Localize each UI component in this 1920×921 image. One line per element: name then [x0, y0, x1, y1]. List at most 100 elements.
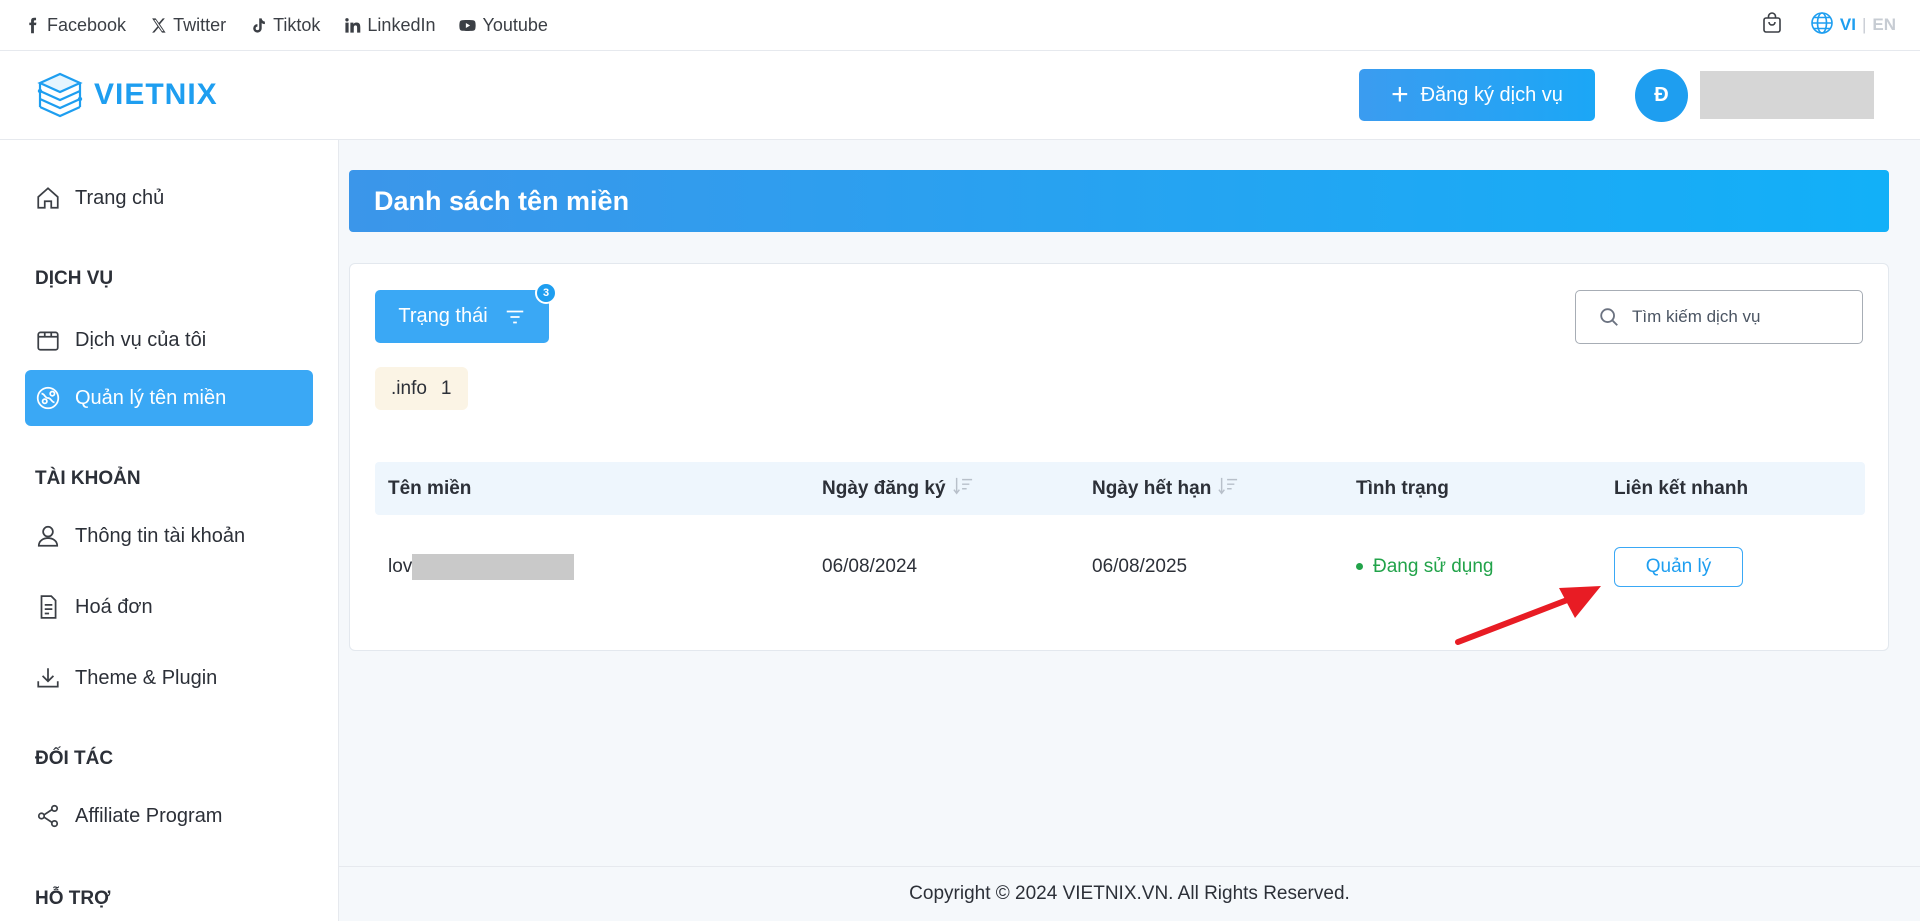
twitter-link[interactable]: Twitter — [150, 15, 226, 36]
tld-chip-count: 1 — [440, 377, 452, 399]
header: VIETNIX + Đăng ký dịch vụ Đ — [0, 51, 1920, 140]
youtube-link[interactable]: Youtube — [459, 14, 548, 36]
sidebar: Trang chủ DỊCH VỤ Dịch vụ của tôi Quản l… — [0, 140, 339, 921]
status-filter-button[interactable]: Trạng thái 3 — [375, 282, 557, 343]
globe-icon — [1810, 11, 1834, 40]
filter-count-badge: 3 — [535, 282, 557, 304]
social-links: Facebook Twitter Tiktok LinkedIn Youtube — [24, 15, 548, 36]
register-service-button[interactable]: + Đăng ký dịch vụ — [1359, 69, 1595, 121]
header-expiry-label: Ngày hết hạn — [1092, 477, 1212, 499]
table-row: lov 06/08/2024 06/08/2025 Đang sử dụng Q… — [375, 515, 1865, 618]
sidebar-item-label: Dịch vụ của tôi — [75, 328, 207, 351]
facebook-icon — [29, 17, 37, 33]
domain-list-card: Trạng thái 3 .info 1 Tên miền Ngày đăng … — [349, 263, 1889, 651]
lang-separator: | — [1861, 15, 1867, 34]
user-menu[interactable]: Đ — [1635, 68, 1874, 122]
sidebar-item-theme-plugin[interactable]: Theme & Plugin — [25, 650, 313, 706]
filter-icon — [506, 310, 523, 323]
sidebar-section-support: HỖ TRỢ — [35, 888, 111, 909]
sidebar-item-label: Hoá đơn — [75, 595, 153, 618]
sidebar-item-label: Affiliate Program — [75, 804, 223, 827]
cell-status: Đang sử dụng — [1343, 556, 1601, 578]
sidebar-item-affiliate[interactable]: Affiliate Program — [25, 788, 313, 844]
linkedin-link[interactable]: LinkedIn — [344, 15, 435, 36]
shopping-bag-icon[interactable] — [1760, 11, 1784, 40]
social-bar: Facebook Twitter Tiktok LinkedIn Youtube… — [0, 0, 1920, 51]
tiktok-label: Tiktok — [273, 14, 321, 35]
header-status: Tình trạng — [1343, 478, 1601, 500]
cell-expiry-date: 06/08/2025 — [1092, 555, 1188, 577]
lang-en[interactable]: EN — [1872, 15, 1896, 35]
facebook-link[interactable]: Facebook — [24, 15, 126, 36]
sidebar-item-home[interactable]: Trang chủ — [25, 170, 313, 226]
x-twitter-icon — [152, 17, 166, 33]
sidebar-item-domain-manage[interactable]: Quản lý tên miền — [25, 370, 313, 426]
linkedin-icon — [345, 17, 361, 33]
logo-text: VIETNIX — [94, 78, 218, 111]
status-filter-label: Trạng thái — [398, 305, 488, 327]
tld-chip-label: .info — [391, 377, 427, 399]
register-service-label: Đăng ký dịch vụ — [1420, 83, 1563, 106]
domain-table: Tên miền Ngày đăng ký Ngày hết hạn Tình … — [375, 462, 1865, 618]
manage-button[interactable]: Quản lý — [1614, 546, 1743, 587]
tld-filter-chip[interactable]: .info 1 — [375, 367, 468, 410]
sort-icon[interactable] — [1217, 476, 1239, 502]
sidebar-item-invoice[interactable]: Hoá đơn — [25, 579, 313, 635]
cell-registered-date: 06/08/2024 — [822, 555, 918, 577]
domain-globe-icon — [36, 386, 60, 410]
linkedin-label: LinkedIn — [367, 14, 436, 35]
sidebar-item-label: Trang chủ — [75, 186, 165, 209]
page-title: Danh sách tên miền — [374, 185, 630, 216]
main-content: Danh sách tên miền Trạng thái 3 .info 1 … — [339, 140, 1920, 921]
sidebar-item-label: Quản lý tên miền — [75, 386, 227, 409]
redacted-user-name — [1700, 71, 1874, 119]
header-quick-links: Liên kết nhanh — [1601, 478, 1865, 500]
footer: Copyright © 2024 VIETNIX.VN. All Rights … — [339, 866, 1920, 921]
header-status-label: Tình trạng — [1356, 477, 1449, 499]
share-network-icon — [37, 804, 59, 828]
domain-prefix: lov — [388, 555, 413, 577]
home-icon — [37, 187, 59, 209]
search-box[interactable] — [1575, 290, 1863, 344]
status-label: Đang sử dụng — [1373, 555, 1494, 577]
sidebar-item-label: Thông tin tài khoản — [75, 524, 246, 547]
annotation-arrow-icon — [1455, 586, 1601, 645]
cell-domain: lov — [375, 553, 809, 580]
status-dot-icon — [1356, 563, 1363, 570]
language-switcher: VI | EN — [1810, 11, 1896, 40]
youtube-icon — [459, 19, 477, 31]
header-domain-label: Tên miền — [388, 477, 472, 499]
avatar[interactable]: Đ — [1635, 68, 1688, 122]
lang-vi[interactable]: VI — [1840, 15, 1856, 35]
header-quick-links-label: Liên kết nhanh — [1614, 477, 1749, 499]
page-title-bar: Danh sách tên miền — [349, 170, 1889, 232]
cell-quick-links: Quản lý — [1601, 546, 1865, 587]
copyright-text: Copyright © 2024 VIETNIX.VN. All Rights … — [909, 883, 1350, 904]
redacted-domain — [412, 553, 575, 580]
social-right: VI | EN — [1760, 11, 1896, 40]
plus-icon: + — [1391, 78, 1409, 111]
download-icon — [37, 668, 59, 688]
sidebar-section-account: TÀI KHOẢN — [35, 468, 141, 489]
tiktok-icon — [253, 17, 265, 33]
sidebar-section-services: DỊCH VỤ — [35, 268, 114, 289]
table-header: Tên miền Ngày đăng ký Ngày hết hạn Tình … — [375, 462, 1865, 515]
logo[interactable]: VIETNIX — [34, 69, 218, 121]
header-expiry-date[interactable]: Ngày hết hạn — [1079, 476, 1343, 502]
user-icon — [37, 525, 59, 547]
tiktok-link[interactable]: Tiktok — [250, 15, 320, 36]
status-badge: Đang sử dụng — [1356, 556, 1493, 578]
sidebar-item-my-services[interactable]: Dịch vụ của tôi — [25, 312, 313, 368]
search-input[interactable] — [1632, 307, 1832, 327]
search-icon — [1600, 308, 1618, 326]
sort-icon[interactable] — [952, 476, 974, 502]
sidebar-item-account-info[interactable]: Thông tin tài khoản — [25, 508, 313, 564]
vietnix-logo-icon — [37, 72, 83, 118]
youtube-label: Youtube — [482, 14, 548, 35]
header-registered-label: Ngày đăng ký — [822, 477, 946, 499]
header-right: + Đăng ký dịch vụ Đ — [1359, 68, 1874, 122]
header-registered-date[interactable]: Ngày đăng ký — [809, 476, 1079, 502]
invoice-icon — [40, 595, 57, 619]
facebook-label: Facebook — [47, 14, 127, 35]
header-domain: Tên miền — [375, 478, 809, 500]
